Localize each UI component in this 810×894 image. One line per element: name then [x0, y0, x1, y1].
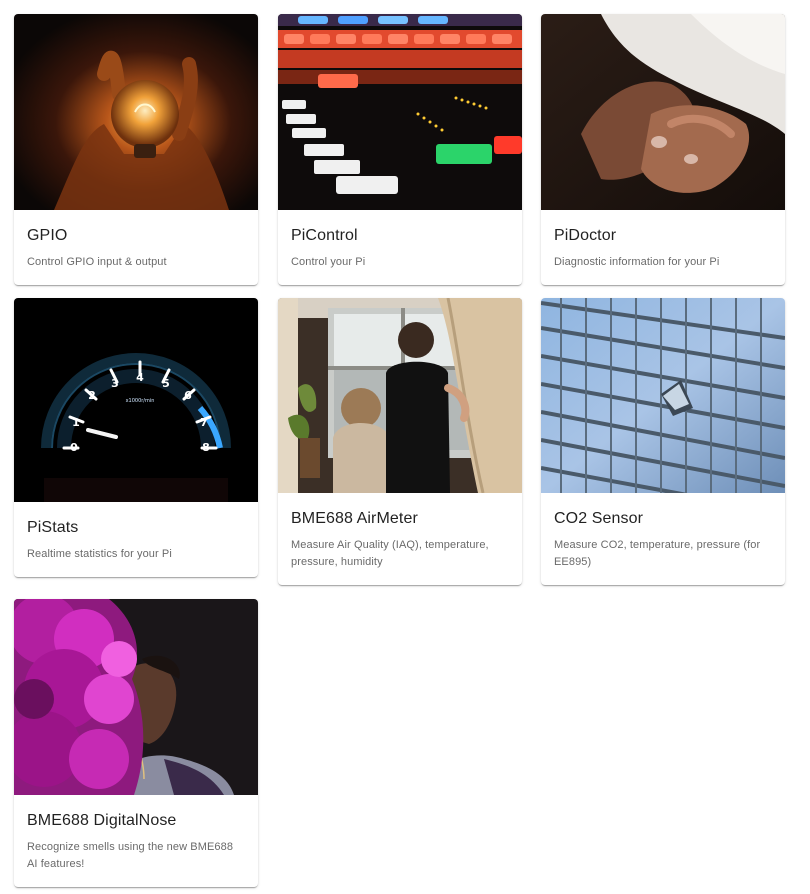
card-title: GPIO [27, 227, 68, 244]
gauge-tick-label: 5 [162, 377, 170, 390]
card-pidoctor[interactable]: PiDoctor Diagnostic information for your… [541, 14, 785, 285]
card-title: BME688 AirMeter [291, 510, 418, 527]
glass-facade-photo [541, 298, 785, 493]
gauge-tick-label: 3 [111, 377, 119, 390]
purple-smoke-portrait-photo [14, 599, 258, 795]
gauge-tick-label: 7 [200, 416, 208, 429]
gauge-tick-label: 1 [72, 416, 80, 429]
mixing-console-photo [278, 14, 522, 210]
card-description: Diagnostic information for your Pi [554, 256, 720, 268]
card-gpio[interactable]: GPIO Control GPIO input & output [14, 14, 258, 285]
gauge-tick-label: 0 [70, 441, 78, 454]
lightbulb-in-hand-photo [14, 14, 258, 210]
gauge-tick-label: 2 [88, 389, 96, 402]
children-at-window-photo [278, 298, 522, 493]
card-picontrol[interactable]: PiControl Control your Pi [278, 14, 522, 285]
tachometer-photo: 0 1 2 3 4 5 6 7 8 x1000r/min [14, 298, 258, 502]
gauge-tick-label: 4 [136, 371, 144, 384]
card-description: Realtime statistics for your Pi [27, 548, 172, 560]
card-pistats[interactable]: 0 1 2 3 4 5 6 7 8 x1000r/min PiStats Rea… [14, 298, 258, 577]
card-title: PiControl [291, 227, 358, 244]
gauge-tick-label: 8 [202, 441, 210, 454]
card-title: PiStats [27, 519, 79, 536]
card-description: Measure Air Quality (IAQ), temperature, … [291, 539, 489, 568]
card-title: PiDoctor [554, 227, 617, 244]
card-bme688-digitalnose[interactable]: BME688 DigitalNose Recognize smells usin… [14, 599, 258, 887]
holding-hands-photo [541, 14, 785, 210]
card-description: Control GPIO input & output [27, 256, 167, 268]
card-bme688-airmeter[interactable]: BME688 AirMeter Measure Air Quality (IAQ… [278, 298, 522, 585]
card-title: CO2 Sensor [554, 510, 644, 527]
card-description: Recognize smells using the new BME688 AI… [27, 841, 234, 870]
gauge-unit-label: x1000r/min [126, 398, 155, 404]
card-co2-sensor[interactable]: CO2 Sensor Measure CO2, temperature, pre… [541, 298, 785, 585]
card-description: Control your Pi [291, 256, 366, 268]
card-description: Measure CO2, temperature, pressure (for … [554, 539, 761, 568]
card-title: BME688 DigitalNose [27, 812, 177, 829]
gauge-tick-label: 6 [184, 389, 192, 402]
